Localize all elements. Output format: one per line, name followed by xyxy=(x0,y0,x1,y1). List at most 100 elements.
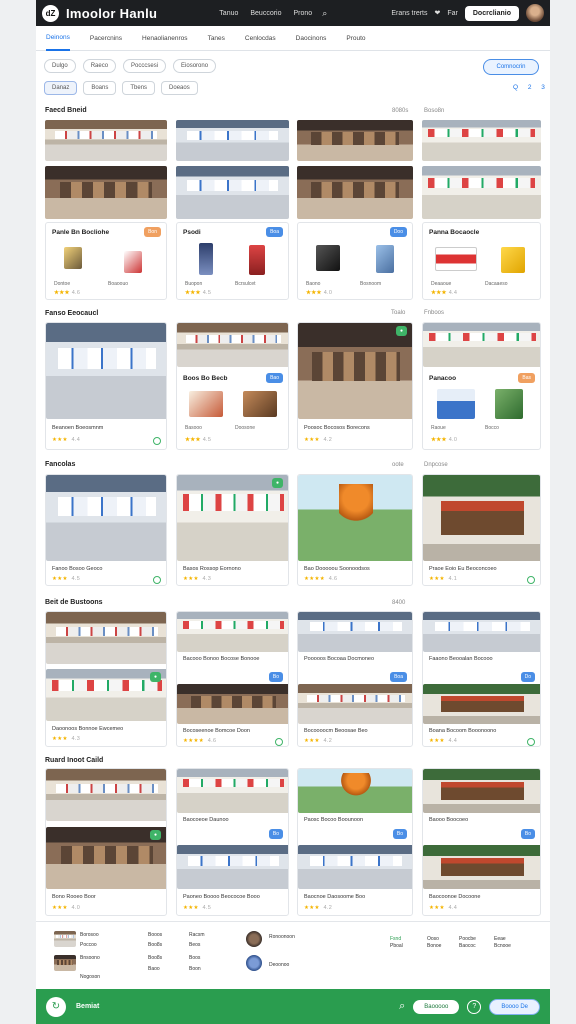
product-image xyxy=(376,245,394,273)
footer-item[interactable]: Borosoo xyxy=(80,932,99,938)
tab[interactable]: Pacercnins xyxy=(90,27,122,50)
filter-chip[interactable]: Raeco xyxy=(82,59,117,73)
footer-link[interactable]: Fsnd xyxy=(390,936,401,942)
tab[interactable]: Daocinons xyxy=(296,27,327,50)
product-card[interactable]: Panacoo Bas Raoue Bocco ★★★ 4.0 xyxy=(422,322,541,450)
contact-name[interactable]: Ronoonoon xyxy=(269,934,295,940)
header-cta-button[interactable]: Docrclianio xyxy=(464,5,519,21)
store-image[interactable] xyxy=(422,120,541,161)
contact-name[interactable]: Deoonoo xyxy=(269,962,289,968)
tab[interactable]: Henaolianenros xyxy=(142,27,188,50)
store-image xyxy=(46,475,166,561)
footer-link[interactable]: Eeae xyxy=(494,936,506,942)
card-title: Panle Bn Bocliohe xyxy=(52,229,110,236)
store-card[interactable]: ● Basos Rossop Eornono ★★★ 4.3 xyxy=(176,474,289,586)
store-image[interactable] xyxy=(45,120,167,161)
bottom-primary-button[interactable]: Boooo De xyxy=(489,998,540,1015)
footer-value: Boon xyxy=(189,966,201,972)
search-icon[interactable]: ⌕ xyxy=(399,1000,405,1013)
store-image[interactable] xyxy=(422,166,541,219)
contact-avatar[interactable] xyxy=(246,955,262,971)
store-image[interactable] xyxy=(45,166,167,219)
badge-icon: ● xyxy=(149,830,161,840)
footer-item[interactable]: Nogoson xyxy=(80,974,100,980)
category-chip[interactable]: Tbens xyxy=(122,81,156,95)
card-caption: Fanoo Bosoo Geoco xyxy=(52,566,103,572)
product-card[interactable]: Psodi Boa Buopon Bcrsulcet ★★★ 4.5 xyxy=(176,222,289,300)
tab-active[interactable]: Deinons xyxy=(46,26,70,51)
contact-avatar[interactable] xyxy=(246,931,262,947)
primary-action-button[interactable]: Comnocrin xyxy=(483,59,539,75)
top-nav-item[interactable]: Tanuo xyxy=(219,10,238,17)
card-tag: Do xyxy=(520,672,535,682)
product-image xyxy=(249,245,265,275)
filter-chip[interactable]: Dulgo xyxy=(44,59,76,73)
store-card[interactable]: Bao Dooooou Soonoodsos ★★★★ 4.6 xyxy=(297,474,413,586)
rating-stars: ★★★ 4.2 xyxy=(304,437,333,443)
pagination[interactable]: Q 2 3 xyxy=(513,84,549,91)
store-image xyxy=(46,323,166,419)
bottom-button[interactable]: Baooooo xyxy=(413,999,460,1014)
store-image[interactable] xyxy=(176,166,289,219)
card-caption: Paoneo Boooo Beococoe Booo xyxy=(183,894,260,900)
top-link[interactable]: Far xyxy=(447,10,458,17)
footer-item[interactable]: Bnsoono xyxy=(80,955,100,961)
store-card[interactable]: Bacooo Bonoo Bocose Bonooe Bo Bocoseenoe… xyxy=(176,611,289,747)
store-card[interactable]: Fanoo Bosoo Geoco ★★★ 4.5 xyxy=(45,474,167,586)
app-logo[interactable]: dZ xyxy=(42,4,59,22)
store-image xyxy=(177,323,288,367)
top-nav-item[interactable]: Beuccorio xyxy=(250,10,281,17)
footer-link[interactable]: Pboal xyxy=(390,943,403,949)
store-card[interactable]: Praoe Eoio Eu Beoconcoeo ★★★ 4.1 xyxy=(422,474,541,586)
refresh-icon[interactable]: ↻ xyxy=(46,996,66,1017)
flag-icon[interactable]: ❤ xyxy=(435,9,441,17)
rating-stars: ★★★ 4.2 xyxy=(304,905,333,911)
category-chip[interactable]: Boans xyxy=(83,81,117,95)
search-icon[interactable]: ⌕ xyxy=(322,8,327,19)
product-image xyxy=(243,391,277,417)
product-card[interactable]: Boos Bo Becb Bao Basooo Doosone ★★★ 4.5 xyxy=(176,322,289,450)
product-label: Buopon xyxy=(185,281,203,287)
tab[interactable]: Tanes xyxy=(208,27,225,50)
footer-link[interactable]: Bcnooe xyxy=(494,943,511,949)
store-card[interactable]: ● Daoonoos Bonnoe Ewcemeo ★★★ 4.3 xyxy=(45,611,167,747)
footer-link[interactable]: Baococ xyxy=(459,943,476,949)
store-card[interactable]: ● Poosoc Bocosos Borecons ★★★ 4.2 xyxy=(297,322,413,450)
rating-stars: ★★★ 4.5 xyxy=(183,905,212,911)
product-card[interactable]: Doo Baono Bosnoom ★★★ 4.0 xyxy=(297,222,413,300)
store-image[interactable] xyxy=(297,166,413,219)
top-nav-item[interactable]: Prono xyxy=(294,10,313,17)
tab[interactable]: Cenlocdas xyxy=(245,27,276,50)
store-card[interactable]: Baocoeoe Daunoo Bo Paoneo Boooo Beococoe… xyxy=(176,768,289,916)
footer-item[interactable]: Poccoo xyxy=(80,942,97,948)
footer-thumb[interactable] xyxy=(54,955,76,971)
store-card[interactable]: Pooooos Bocoaa Docmoneo Boa Bocoooocm Be… xyxy=(297,611,413,747)
store-card[interactable]: Baooo Boocoeo Bo Baocoonoe Docoone ★★★ 4… xyxy=(422,768,541,916)
section-title: Ruard Inoot Caild xyxy=(45,757,104,764)
section-title: Beit de Bustoons xyxy=(45,599,103,606)
store-image[interactable] xyxy=(176,120,289,161)
filter-chip[interactable]: Eiosorono xyxy=(173,59,217,73)
store-card[interactable]: ● Bono Rooeo Boor ★★★ 4.0 xyxy=(45,768,167,916)
top-link[interactable]: Erans trerts xyxy=(391,10,427,17)
filter-chip[interactable]: Pocccsesi xyxy=(123,59,167,73)
tab[interactable]: Prouto xyxy=(346,27,365,50)
rating-stars: ★★★ 4.5 xyxy=(52,576,81,582)
category-chip[interactable]: Danaz xyxy=(44,81,78,95)
footer-thumb[interactable] xyxy=(54,931,76,947)
help-icon[interactable]: ? xyxy=(467,999,482,1014)
product-card[interactable]: Panna Bocaocle Deaaoue Dacaaeso ★★★ 4.4 xyxy=(422,222,541,300)
section-count: 8400 xyxy=(392,600,406,606)
footer-link[interactable]: Ooso xyxy=(427,936,439,942)
product-label: Dontoe xyxy=(54,281,71,287)
user-avatar[interactable] xyxy=(526,4,544,22)
footer-summary: Borosoo Poccoo Bnsoono Nogoson Booos Boo… xyxy=(36,921,550,989)
store-image[interactable] xyxy=(297,120,413,161)
footer-link[interactable]: Bonoe xyxy=(427,943,441,949)
store-card[interactable]: Paosc Bocoo Boounoon Bo Baocnoe Daosoome… xyxy=(297,768,413,916)
category-chip[interactable]: Doeaos xyxy=(161,81,198,95)
footer-link[interactable]: Poocbe xyxy=(459,936,476,942)
store-card[interactable]: Beanoen Boeosmnm ★★★ 4.4 xyxy=(45,322,167,450)
product-card[interactable]: Panle Bn Bocliohe Bon Dontoe Boaoouo ★★★… xyxy=(45,222,167,300)
store-card[interactable]: Faaono Beooalan Bocooo Do Boana Bocoom B… xyxy=(422,611,541,747)
